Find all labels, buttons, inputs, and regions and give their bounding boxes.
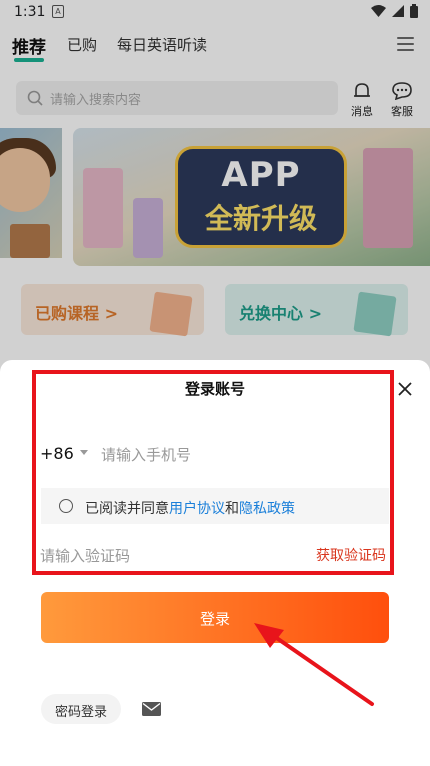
password-login-button[interactable]: 密码登录 [41,694,121,724]
password-login-label: 密码登录 [54,705,107,720]
close-icon[interactable] [396,380,414,398]
highlight-box [32,370,394,575]
email-icon[interactable] [142,702,161,716]
pointer-arrow-icon [254,623,374,706]
